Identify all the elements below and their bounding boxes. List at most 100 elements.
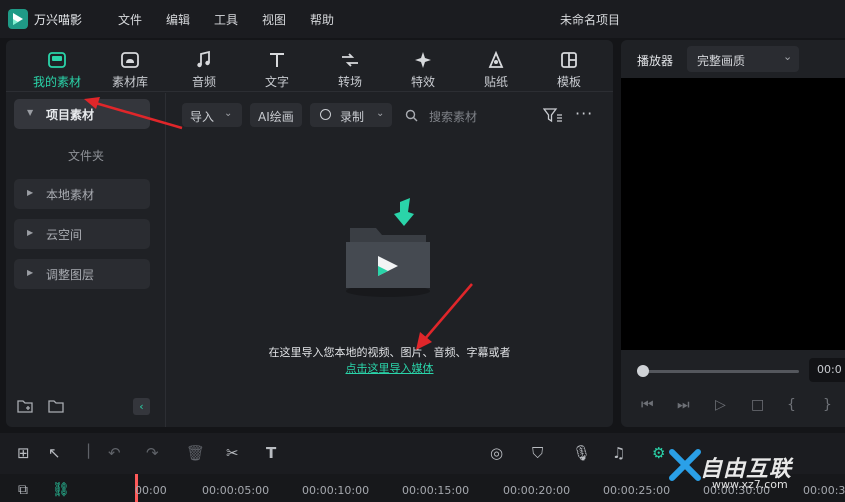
tab-label: 音频: [191, 75, 216, 89]
menu-help[interactable]: 帮助: [310, 11, 334, 28]
sidebar-item-local-media[interactable]: ▶ 本地素材: [14, 179, 150, 209]
ruler-tick: 00:00:15:00: [402, 484, 470, 497]
mark-out-icon[interactable]: }: [823, 397, 832, 413]
time-value: 00:0: [817, 363, 842, 376]
media-sidebar: ▼ 项目素材 文件夹 ▶ 本地素材 ▶ 云空间 ▶ 调整图层 ‹: [6, 93, 166, 427]
player-panel: 播放器 完整画质 ⌄ 00:0 ⏮ ⏭ ▷ □ { }: [621, 40, 845, 427]
effects-icon: [415, 52, 431, 68]
transition-icon: [342, 53, 358, 67]
chevron-down-icon: ⌄: [224, 108, 233, 119]
delete-icon[interactable]: 🗑: [186, 444, 205, 462]
record-icon: [320, 109, 331, 120]
stop-icon[interactable]: □: [751, 397, 764, 413]
tab-label: 贴纸: [483, 75, 508, 89]
microphone-icon[interactable]: 🎙: [572, 444, 591, 462]
chevron-left-icon: ‹: [139, 400, 144, 413]
cut-icon[interactable]: ✂: [226, 444, 239, 462]
media-icon: [48, 52, 66, 68]
folder-icon[interactable]: [48, 398, 64, 414]
more-options-icon[interactable]: ···: [575, 104, 593, 123]
template-icon: [561, 52, 577, 68]
tab-stickers[interactable]: 贴纸: [461, 40, 531, 92]
link-icon[interactable]: ⛓: [52, 482, 70, 498]
scrubber-handle[interactable]: [637, 365, 649, 377]
ruler-tick: 00:00:10:00: [302, 484, 370, 497]
ai-draw-label: AI绘画: [258, 110, 294, 124]
chevron-down-icon: ⌄: [783, 50, 793, 63]
caret-down-icon: ▼: [27, 108, 34, 117]
menu-file[interactable]: 文件: [118, 11, 142, 28]
import-dropdown[interactable]: 导入 ⌄: [182, 103, 242, 127]
tab-templates[interactable]: 模板: [534, 40, 604, 92]
tab-audio[interactable]: 音频: [169, 40, 239, 92]
playback-scrubber[interactable]: [639, 370, 799, 373]
caret-right-icon: ▶: [27, 188, 34, 197]
tab-label: 我的素材: [32, 75, 81, 89]
next-frame-icon[interactable]: ⏭: [677, 397, 690, 413]
render-preview-icon[interactable]: ◎: [490, 444, 503, 462]
ai-draw-button[interactable]: AI绘画: [250, 103, 302, 127]
add-track-icon[interactable]: ⧉: [18, 482, 28, 498]
filter-icon[interactable]: [543, 107, 563, 123]
select-tool-icon[interactable]: ↖: [48, 444, 61, 462]
record-label: 录制: [340, 110, 365, 124]
import-media-link[interactable]: 点击这里导入媒体: [166, 360, 613, 376]
search-input[interactable]: 搜索素材: [429, 108, 477, 125]
ai-tool-icon[interactable]: ⚙: [652, 444, 665, 462]
sidebar-item-label: 云空间: [46, 228, 83, 242]
sidebar-item-cloud-space[interactable]: ▶ 云空间: [14, 219, 150, 249]
collapse-sidebar-button[interactable]: ‹: [133, 398, 150, 415]
tab-bar: 我的素材 素材库 音频 文字 转场 特效 贴纸 模板: [6, 40, 613, 92]
quality-select[interactable]: 完整画质 ⌄: [687, 46, 799, 72]
watermark-url: www.xz7.com: [712, 478, 788, 491]
tab-label: 模板: [556, 75, 581, 89]
menu-view[interactable]: 视图: [262, 11, 286, 28]
ruler-tick: 00:00:3: [803, 484, 845, 497]
quality-value: 完整画质: [697, 54, 746, 68]
annotation-arrow-icon: [416, 283, 473, 350]
layout-grid-icon[interactable]: ⊞: [17, 444, 30, 462]
stock-cloud-icon: [121, 52, 139, 68]
mark-in-icon[interactable]: {: [787, 397, 796, 413]
tab-label: 特效: [410, 75, 435, 89]
text-icon: [270, 53, 284, 67]
record-dropdown[interactable]: 录制 ⌄: [310, 103, 392, 127]
play-icon[interactable]: ▷: [715, 397, 726, 413]
chevron-down-icon: ⌄: [376, 108, 385, 119]
tab-label: 转场: [337, 75, 362, 89]
tab-transition[interactable]: 转场: [315, 40, 385, 92]
marker-icon[interactable]: ⛉: [532, 444, 543, 462]
tab-label: 素材库: [111, 75, 148, 89]
annotation-arrow-icon: [84, 97, 183, 130]
sidebar-item-adjustment-layer[interactable]: ▶ 调整图层: [14, 259, 150, 289]
tab-my-media[interactable]: 我的素材: [22, 40, 92, 92]
ruler-tick: 00:00: [135, 484, 167, 497]
divider: |: [86, 441, 92, 459]
menu-tools[interactable]: 工具: [214, 11, 238, 28]
prev-frame-icon[interactable]: ⏮: [641, 397, 654, 413]
tab-text[interactable]: 文字: [242, 40, 312, 92]
sidebar-item-label: 本地素材: [46, 188, 95, 202]
text-tool-icon[interactable]: T: [266, 444, 276, 462]
search-icon: [405, 109, 418, 122]
music-note-icon: [197, 50, 210, 68]
app-name: 万兴喵影: [34, 13, 83, 27]
sidebar-folder[interactable]: 文件夹: [6, 147, 166, 164]
undo-icon[interactable]: ↶: [108, 444, 121, 462]
player-label: 播放器: [637, 54, 674, 68]
sidebar-item-label: 调整图层: [46, 268, 95, 282]
caret-right-icon: ▶: [27, 228, 34, 237]
redo-icon[interactable]: ↷: [146, 444, 159, 462]
audio-mix-icon[interactable]: ♫: [612, 444, 625, 462]
tab-effects[interactable]: 特效: [388, 40, 458, 92]
preview-screen[interactable]: [621, 78, 845, 350]
ruler-tick: 00:00:05:00: [202, 484, 270, 497]
menu-edit[interactable]: 编辑: [166, 11, 190, 28]
new-folder-icon[interactable]: [17, 398, 33, 414]
tab-stock-library[interactable]: 素材库: [95, 40, 165, 92]
sticker-icon: [488, 50, 504, 68]
empty-state-text: 在这里导入您本地的视频、图片、音频、字幕或者: [268, 346, 511, 359]
import-label: 导入: [190, 110, 215, 124]
tab-label: 文字: [264, 75, 289, 89]
project-title: 未命名项目: [560, 13, 621, 27]
